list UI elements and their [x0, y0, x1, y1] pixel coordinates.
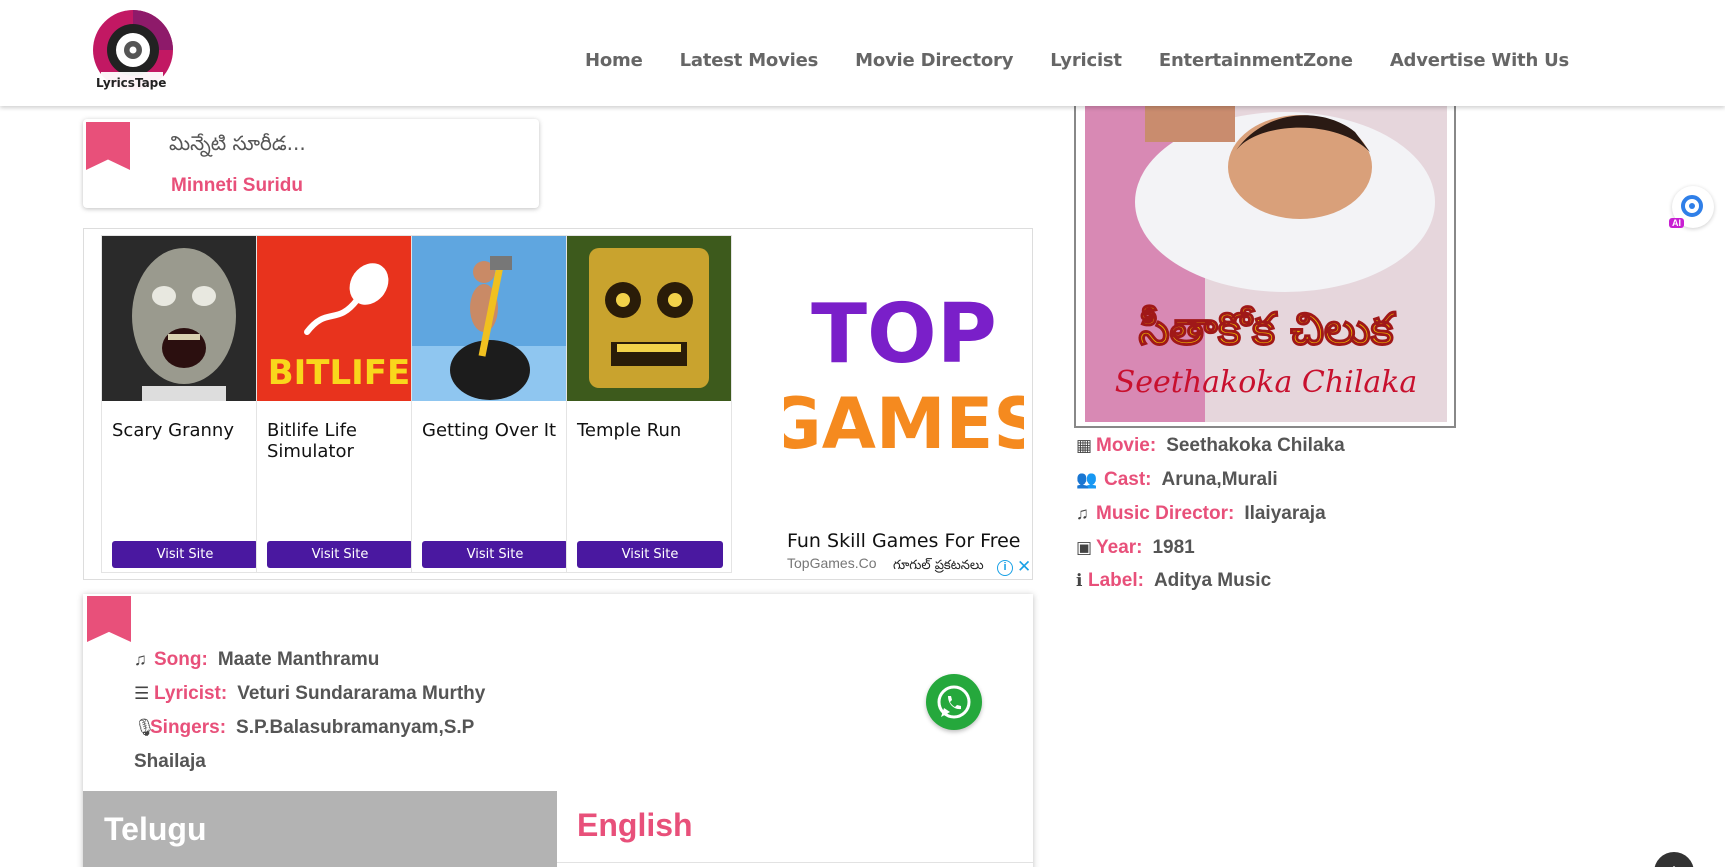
- music-icon: ♫: [134, 650, 147, 669]
- microphone-icon: 🎙: [134, 718, 156, 737]
- nav-entertainment-zone[interactable]: EntertainmentZone: [1159, 50, 1353, 71]
- label-value: Aditya Music: [1153, 570, 1272, 591]
- lyricist-value[interactable]: Veturi Sundararama Murthy: [237, 683, 485, 704]
- game-name: Bitlife Life Simulator: [267, 420, 357, 462]
- game-name: Temple Run: [577, 420, 682, 441]
- scroll-top-button[interactable]: [1654, 852, 1694, 867]
- music-director-row: ♫ Music Director: Ilaiyaraja: [1076, 503, 1326, 525]
- topgames-logo-image: TOP GAMES: [764, 287, 1044, 465]
- game-name: Scary Granny: [112, 420, 234, 441]
- visit-site-button[interactable]: Visit Site: [422, 541, 568, 568]
- song-title-card: మిన్నేటి సూరీడ... Minneti Suridu: [83, 119, 539, 208]
- logo-text: LyricsTape: [96, 76, 167, 90]
- users-icon: 👥: [1076, 470, 1098, 489]
- film-icon: ▦: [1076, 436, 1093, 455]
- cast-row: 👥 Cast: Aruna,Murali: [1076, 469, 1278, 491]
- game-thumbnail[interactable]: BITLIFE: [257, 236, 421, 401]
- topgames-logo[interactable]: TOP GAMES: [764, 284, 1044, 469]
- main-nav: Home Latest Movies Movie Directory Lyric…: [585, 50, 1606, 71]
- song-info-card: ♫ Song: Maate Manthramu ☰ Lyricist: Veturi S…: [83, 594, 1033, 867]
- ad-block: Scary Granny Visit Site BITLIFE Bitlife …: [83, 228, 1044, 580]
- singers-row: 🎙Singers: S.P.Balasubramanyam,S.P: [134, 717, 474, 739]
- ad-game-card[interactable]: BITLIFE Bitlife Life Simulator Visit Sit…: [256, 235, 422, 573]
- ad-game-card[interactable]: Scary Granny Visit Site: [101, 235, 267, 573]
- game-name: Getting Over It: [422, 420, 557, 441]
- singers-label: Singers:: [150, 717, 227, 738]
- movie-row: ▦ Movie: Seethakoka Chilaka: [1076, 435, 1345, 457]
- whatsapp-share-button[interactable]: [926, 674, 982, 730]
- nav-home[interactable]: Home: [585, 50, 643, 71]
- temple-run-image: [567, 236, 731, 401]
- visit-site-button[interactable]: Visit Site: [112, 541, 258, 568]
- song-value: Maate Manthramu: [217, 649, 380, 670]
- calendar-icon: ▣: [1076, 538, 1093, 557]
- site-header: LyricsTape Home Latest Movies Movie Dire…: [0, 0, 1725, 106]
- nav-movie-directory[interactable]: Movie Directory: [855, 50, 1013, 71]
- ad-label[interactable]: గూగుల్ ప్రకటనలు: [889, 558, 988, 576]
- visit-site-button[interactable]: Visit Site: [267, 541, 413, 568]
- bookmark-icon: [87, 596, 131, 642]
- tab-english[interactable]: English: [577, 807, 693, 844]
- cast-value: Aruna,Murali: [1161, 469, 1278, 490]
- lyricist-label: Lyricist:: [154, 683, 228, 704]
- lyricist-row: ☰ Lyricist: Veturi Sundararama Murthy: [134, 683, 485, 705]
- tab-telugu[interactable]: Telugu: [83, 791, 557, 867]
- game-thumbnail[interactable]: [567, 236, 731, 401]
- poster-image: సీతాకోక చిలుక Seethakoka Chilaka: [1085, 82, 1447, 422]
- cast-label: Cast:: [1104, 469, 1152, 490]
- year-row: ▣ Year: 1981: [1076, 537, 1195, 559]
- visit-site-button[interactable]: Visit Site: [577, 541, 723, 568]
- label-label: Label:: [1088, 570, 1144, 591]
- svg-text:Seethakoka Chilaka: Seethakoka Chilaka: [1115, 365, 1418, 400]
- svg-text:GAMES: GAMES: [784, 383, 1024, 464]
- singers-value-continued: Shailaja: [134, 751, 206, 772]
- list-icon: ☰: [134, 684, 150, 703]
- movie-value[interactable]: Seethakoka Chilaka: [1166, 435, 1344, 456]
- movie-label: Movie:: [1096, 435, 1157, 456]
- tab-divider: [557, 862, 1033, 863]
- music-icon: ♫: [1076, 504, 1089, 523]
- song-label: Song:: [154, 649, 208, 670]
- nav-lyricist[interactable]: Lyricist: [1050, 50, 1122, 71]
- game-thumbnail[interactable]: [102, 236, 266, 401]
- year-label: Year:: [1096, 537, 1143, 558]
- getting-over-it-image: [412, 236, 576, 401]
- bitlife-image: BITLIFE: [257, 236, 421, 401]
- song-row: ♫ Song: Maate Manthramu: [134, 649, 379, 671]
- ad-close-icon[interactable]: ✕: [1017, 557, 1031, 577]
- year-value: 1981: [1152, 537, 1195, 558]
- song-title-telugu: మిన్నేటి సూరీడ...: [169, 131, 306, 155]
- svg-text:TOP: TOP: [811, 287, 997, 382]
- singers-value: S.P.Balasubramanyam,S.P: [236, 717, 475, 738]
- music-director-label: Music Director:: [1096, 503, 1235, 524]
- info-icon: ℹ: [1076, 571, 1083, 590]
- svg-text:BITLIFE: BITLIFE: [268, 353, 411, 393]
- nav-advertise[interactable]: Advertise With Us: [1390, 50, 1569, 71]
- music-director-value[interactable]: Ilaiyaraja: [1244, 503, 1325, 524]
- ad-info-icon[interactable]: i: [997, 560, 1013, 576]
- ad-headline[interactable]: Fun Skill Games For Free: [787, 530, 1021, 552]
- whatsapp-icon: [937, 685, 971, 719]
- movie-poster[interactable]: సీతాకోక చిలుక Seethakoka Chilaka: [1074, 80, 1456, 428]
- nav-latest-movies[interactable]: Latest Movies: [680, 50, 819, 71]
- scary-granny-image: [102, 236, 266, 401]
- ai-badge: AI: [1669, 218, 1684, 228]
- scroll-top-icon: [1672, 865, 1676, 867]
- bookmark-icon: [86, 122, 130, 170]
- svg-text:సీతాకోక చిలుక: సీతాకోక చిలుక: [1139, 304, 1397, 355]
- game-thumbnail[interactable]: [412, 236, 576, 401]
- ad-url[interactable]: TopGames.Co: [787, 555, 876, 571]
- ad-game-card[interactable]: Getting Over It Visit Site: [411, 235, 577, 573]
- song-title-english[interactable]: Minneti Suridu: [171, 175, 303, 197]
- ad-game-card[interactable]: Temple Run Visit Site: [566, 235, 732, 573]
- label-row: ℹ Label: Aditya Music: [1076, 570, 1271, 592]
